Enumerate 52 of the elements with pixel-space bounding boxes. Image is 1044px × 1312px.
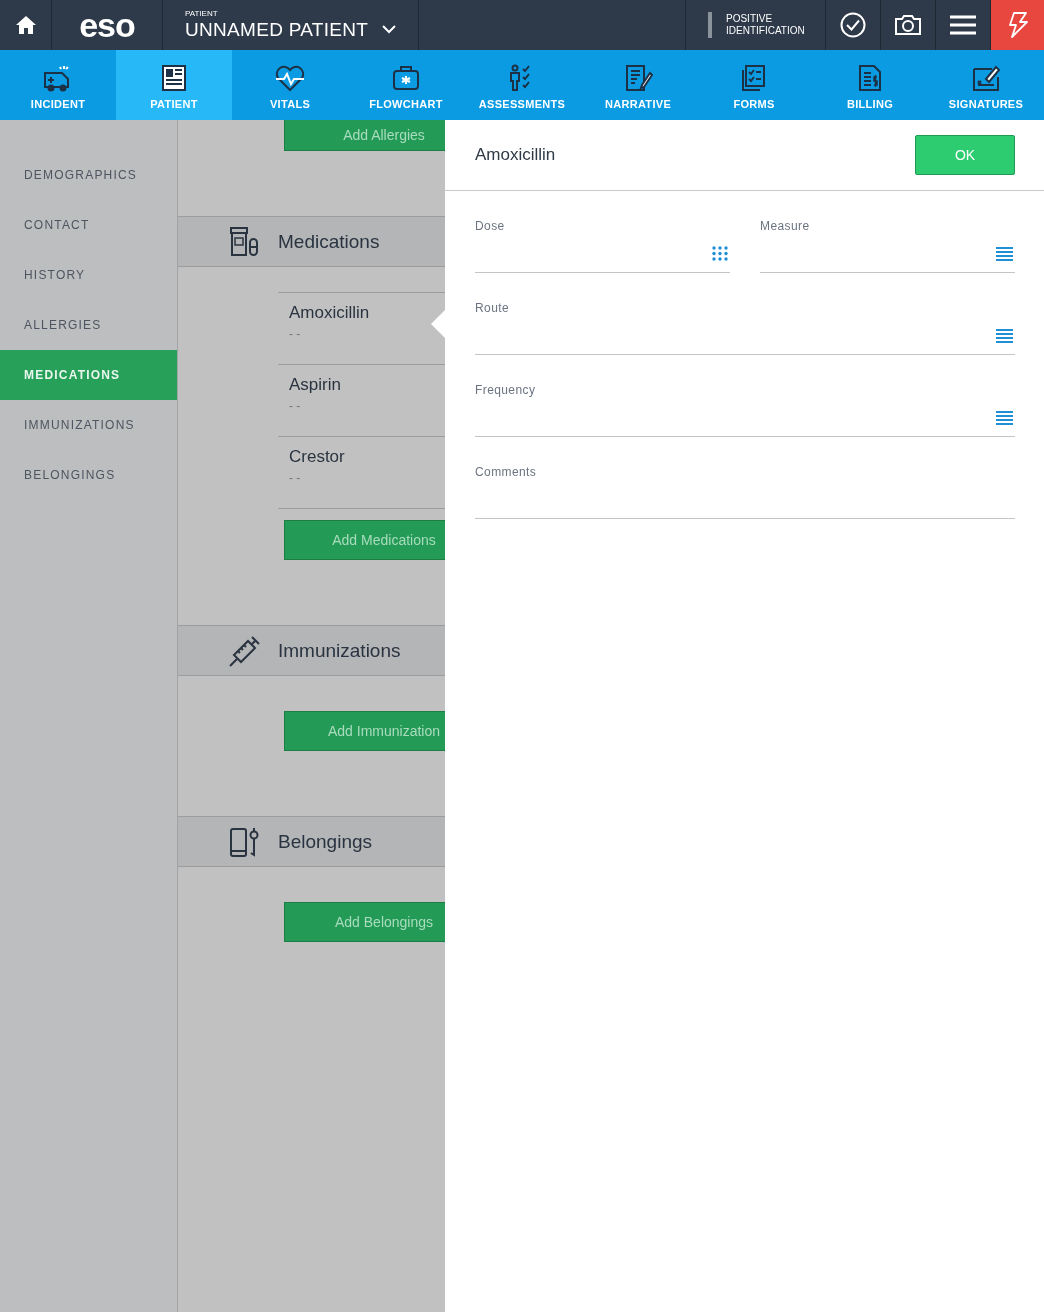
field-label: Dose: [475, 219, 506, 233]
list-icon[interactable]: [996, 246, 1013, 261]
flash-button[interactable]: [990, 0, 1044, 50]
sidebar-item[interactable]: DEMOGRAPHICS: [0, 150, 177, 200]
section-title: Medications: [278, 230, 380, 253]
flowchart-icon: [390, 63, 422, 93]
nav-tab[interactable]: PATIENT: [116, 50, 232, 120]
camera-icon: [894, 14, 922, 36]
sidebar-item[interactable]: IMMUNIZATIONS: [0, 400, 177, 450]
add-button[interactable]: Add Belongings: [284, 902, 445, 942]
patient-dropdown[interactable]: UNNAMED PATIENT: [185, 17, 418, 42]
sidebar-item[interactable]: HISTORY: [0, 250, 177, 300]
nav-tab[interactable]: FLOWCHART: [348, 50, 464, 120]
section-title: Belongings: [278, 830, 373, 853]
sidebar-item[interactable]: BELONGINGS: [0, 450, 177, 500]
field-label: Route: [475, 301, 511, 315]
medication-detail: - -: [289, 327, 302, 341]
nav-tab[interactable]: BILLING: [812, 50, 928, 120]
chevron-down-icon: [382, 25, 397, 34]
sidebar-item[interactable]: ALLERGIES: [0, 300, 177, 350]
medication-detail: - -: [289, 399, 302, 413]
section-title: Immunizations: [278, 639, 401, 662]
add-button[interactable]: Add Allergies: [284, 120, 445, 151]
menu-icon: [950, 15, 976, 35]
add-button[interactable]: Add Immunization: [284, 711, 445, 751]
nav-tab[interactable]: VITALS: [232, 50, 348, 120]
signatures-icon: [970, 63, 1002, 93]
nav-tab[interactable]: INCIDENT: [0, 50, 116, 120]
list-icon[interactable]: [996, 328, 1013, 343]
ok-button[interactable]: OK: [915, 135, 1015, 175]
field-label: Comments: [475, 465, 538, 479]
sidebar-item[interactable]: CONTACT: [0, 200, 177, 250]
field-label: Frequency: [475, 383, 537, 397]
list-icon[interactable]: [996, 410, 1013, 425]
patient-label: PATIENT: [185, 8, 219, 18]
medication-name: Crestor: [289, 447, 346, 467]
check-circle-icon: [840, 12, 866, 38]
syringe-icon: [228, 634, 262, 667]
add-button[interactable]: Add Medications: [284, 520, 445, 560]
nav-tab[interactable]: ASSESSMENTS: [464, 50, 580, 120]
nav-tab[interactable]: FORMS: [696, 50, 812, 120]
medication-name: Amoxicillin: [289, 303, 371, 323]
nav-tab[interactable]: NARRATIVE: [580, 50, 696, 120]
keypad-icon[interactable]: [712, 246, 728, 261]
field-label: Measure: [760, 219, 811, 233]
medication-detail: - -: [289, 471, 302, 485]
vitals-icon: [274, 63, 306, 93]
sidebar-item[interactable]: MEDICATIONS: [0, 350, 177, 400]
medication-name: Aspirin: [289, 375, 342, 395]
panel-title: Amoxicillin: [475, 145, 556, 165]
home-icon: [14, 14, 37, 36]
nav-tab[interactable]: SIGNATURES: [928, 50, 1044, 120]
